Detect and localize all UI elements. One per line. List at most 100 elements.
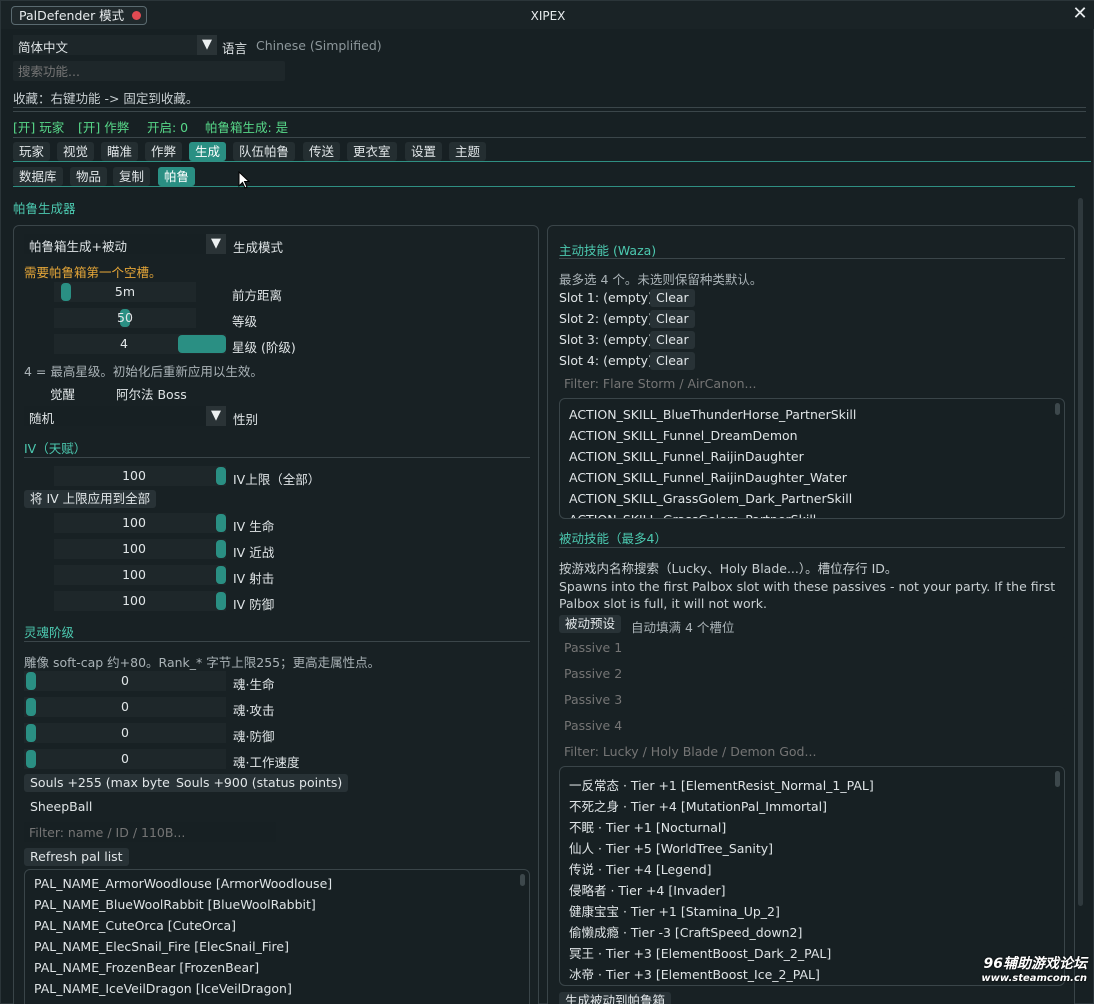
passive-skill-item[interactable]: 仙人 · Tier +5 [WorldTree_Sanity] (569, 838, 773, 857)
active-skill-item[interactable]: ACTION_SKILL_GrassGolem_Dark_PartnerSkil… (569, 491, 852, 506)
passive-slot-2-input[interactable] (559, 663, 1065, 683)
passive-slot-4-field[interactable] (559, 715, 1065, 735)
iv-stat-2-slider-handle[interactable] (216, 566, 226, 584)
divider (559, 547, 1065, 548)
soul-stat-1-label: 魂·攻击 (233, 703, 275, 718)
passive-preset-button[interactable]: 被动预设 (559, 615, 622, 633)
passive-skill-list-scrollbar[interactable] (1055, 771, 1060, 787)
pal-list-item[interactable]: PAL_NAME_CuteOrca [CuteOrca] (34, 918, 236, 933)
feature-search-field[interactable] (13, 61, 285, 81)
passive-slot-3-input[interactable] (559, 689, 1065, 709)
iv-cap-slider-handle[interactable] (216, 467, 226, 485)
iv-stat-1-slider[interactable]: 100 (54, 539, 226, 559)
autofill-slots-label[interactable]: 自动填满 4 个槽位 (631, 617, 734, 636)
subtab-3[interactable]: 帕鲁 (158, 167, 196, 186)
skill-slot-3-clear-button[interactable]: Clear (650, 331, 695, 349)
gender-select[interactable]: 随机 ▼ (24, 406, 226, 426)
spawn-mode-select[interactable]: 帕鲁箱生成+被动 ▼ (24, 234, 226, 254)
pal-list[interactable]: PAL_NAME_ArmorWoodlouse [ArmorWoodlouse]… (24, 869, 530, 1004)
language-label: 语言 (222, 41, 248, 56)
passive-slot-3-field[interactable] (559, 689, 1065, 709)
language-select[interactable]: 简体中文 ▼ (13, 35, 217, 55)
tab-5[interactable]: 队伍帕鲁 (233, 142, 296, 161)
active-skill-item[interactable]: ACTION_SKILL_GrassGolem_PartnerSkill (569, 512, 816, 518)
active-skill-filter-input[interactable] (559, 373, 1065, 393)
close-icon[interactable]: ✕ (1071, 5, 1089, 23)
tab-8[interactable]: 设置 (405, 142, 443, 161)
active-skill-item[interactable]: ACTION_SKILL_Funnel_DreamDemon (569, 428, 798, 443)
iv-cap-slider[interactable]: 100 (54, 466, 226, 486)
iv-stat-0-slider-handle[interactable] (216, 514, 226, 532)
tab-6[interactable]: 传送 (303, 142, 341, 161)
chevron-down-icon[interactable]: ▼ (206, 234, 226, 254)
tab-2[interactable]: 瞄准 (101, 142, 139, 161)
souls-status-points-button[interactable]: Souls +900 (status points) (170, 774, 349, 792)
tab-3[interactable]: 作弊 (145, 142, 183, 161)
iv-stat-2-slider[interactable]: 100 (54, 565, 226, 585)
passive-skill-item[interactable]: 侵略者 · Tier +4 [Invader] (569, 880, 726, 899)
tab-0[interactable]: 玩家 (13, 142, 51, 161)
tab-4[interactable]: 生成 (189, 142, 227, 161)
passive-filter-field[interactable] (559, 741, 1065, 761)
passive-skill-item[interactable]: 健康宝宝 · Tier +1 [Stamina_Up_2] (569, 901, 780, 920)
level-slider[interactable]: 50 (54, 308, 196, 328)
stars-slider-handle[interactable] (178, 335, 226, 353)
iv-stat-0-slider[interactable]: 100 (54, 513, 226, 533)
pal-list-scrollbar[interactable] (520, 874, 525, 886)
active-skill-item[interactable]: ACTION_SKILL_BlueThunderHorse_PartnerSki… (569, 407, 856, 422)
pal-list-item[interactable]: PAL_NAME_IceVeilDragon [IceVeilDragon] (34, 981, 292, 996)
passive-filter-input[interactable] (559, 741, 1065, 761)
chevron-down-icon[interactable]: ▼ (197, 35, 217, 55)
iv-stat-3-slider[interactable]: 100 (54, 591, 226, 611)
subtab-0[interactable]: 数据库 (13, 167, 63, 186)
main-scrollbar[interactable] (1078, 198, 1083, 906)
soul-stat-1-slider[interactable]: 0 (24, 697, 226, 717)
active-skill-list-scrollbar[interactable] (1055, 403, 1060, 415)
passive-slot-1-field[interactable] (559, 637, 1065, 657)
awaken-label[interactable]: 觉醒 (50, 384, 75, 403)
spawn-passives-button[interactable]: 生成被动到帕鲁箱 (559, 992, 672, 1004)
skill-slot-4-clear-button[interactable]: Clear (650, 352, 695, 370)
refresh-pal-list-button[interactable]: Refresh pal list (24, 848, 129, 866)
feature-search-input[interactable] (13, 61, 285, 81)
soul-stat-3-slider[interactable]: 0 (24, 749, 226, 769)
pal-list-item[interactable]: PAL_NAME_FrozenBear [FrozenBear] (34, 960, 259, 975)
passive-skill-item[interactable]: 一反常态 · Tier +1 [ElementResist_Normal_1_P… (569, 775, 874, 794)
distance-slider[interactable]: 5m (54, 282, 196, 302)
passive-slot-1-input[interactable] (559, 637, 1065, 657)
souls-max-byte-button[interactable]: Souls +255 (max byte) (24, 774, 181, 792)
active-skill-item[interactable]: ACTION_SKILL_Funnel_RaijinDaughter (569, 449, 804, 464)
apply-iv-cap-button[interactable]: 将 IV 上限应用到全部 (24, 490, 157, 508)
passive-skill-item[interactable]: 不死之身 · Tier +4 [MutationPal_Immortal] (569, 796, 827, 815)
pal-list-item[interactable]: PAL_NAME_ArmorWoodlouse [ArmorWoodlouse] (34, 876, 332, 891)
subtab-1[interactable]: 物品 (70, 167, 108, 186)
awaken-value[interactable]: 阿尔法 Boss (116, 384, 187, 403)
iv-stat-1-slider-handle[interactable] (216, 540, 226, 558)
passive-slot-4-input[interactable] (559, 715, 1065, 735)
tab-7[interactable]: 更衣室 (347, 142, 397, 161)
tab-1[interactable]: 视觉 (57, 142, 95, 161)
tab-9[interactable]: 主题 (449, 142, 487, 161)
chevron-down-icon[interactable]: ▼ (206, 406, 226, 426)
skill-slot-1-clear-button[interactable]: Clear (650, 289, 695, 307)
active-skill-list[interactable]: ACTION_SKILL_BlueThunderHorse_PartnerSki… (559, 398, 1065, 519)
passive-skill-item[interactable]: 偷懒成瘾 · Tier -3 [CraftSpeed_down2] (569, 922, 802, 941)
subtab-2[interactable]: 复制 (113, 167, 151, 186)
active-skill-item[interactable]: ACTION_SKILL_Funnel_RaijinDaughter_Water (569, 470, 847, 485)
passive-slot-2-field[interactable] (559, 663, 1065, 683)
passive-skill-item[interactable]: 冰帝 · Tier +3 [ElementBoost_Ice_2_PAL] (569, 964, 820, 983)
stars-slider[interactable]: 4 (54, 334, 226, 354)
passive-skill-item[interactable]: 不眠 · Tier +1 [Nocturnal] (569, 817, 726, 836)
soul-stat-0-slider[interactable]: 0 (24, 671, 226, 691)
level-value: 50 (117, 310, 133, 325)
pal-list-item[interactable]: PAL_NAME_ElecSnail_Fire [ElecSnail_Fire] (34, 939, 289, 954)
active-skill-filter-field[interactable] (559, 373, 1065, 393)
iv-stat-3-slider-handle[interactable] (216, 592, 226, 610)
passive-skill-item[interactable]: 传说 · Tier +4 [Legend] (569, 859, 712, 878)
passive-skill-item[interactable]: 冥王 · Tier +3 [ElementBoost_Dark_2_PAL] (569, 943, 831, 962)
skill-slot-2-clear-button[interactable]: Clear (650, 310, 695, 328)
pal-filter-field[interactable] (24, 822, 276, 842)
pal-filter-input[interactable] (24, 822, 276, 842)
pal-list-item[interactable]: PAL_NAME_BlueWoolRabbit [BlueWoolRabbit] (34, 897, 316, 912)
soul-stat-2-slider[interactable]: 0 (24, 723, 226, 743)
